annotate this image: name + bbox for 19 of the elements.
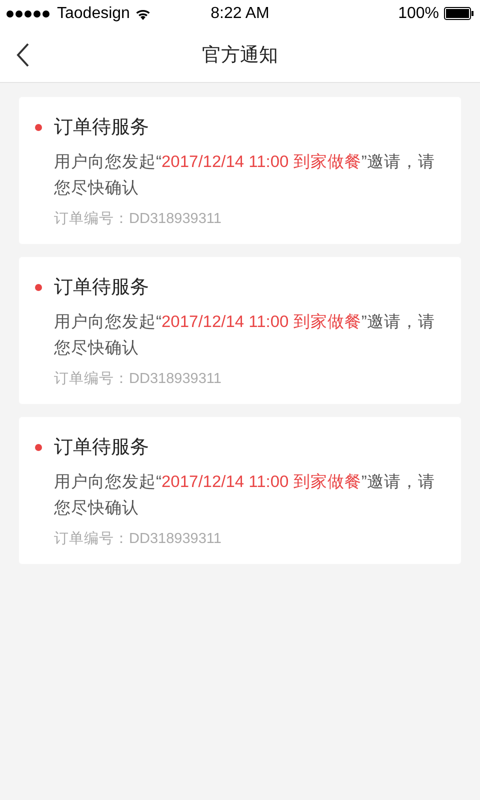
notification-message: 用户向您发起“2017/12/14 11:00 到家做餐”邀请，请您尽快确认	[54, 472, 436, 519]
battery-icon	[444, 7, 474, 20]
order-number: 订单编号：DD318939311	[54, 370, 222, 388]
page-title: 官方通知	[202, 44, 278, 68]
status-time: 8:22 AM	[210, 4, 270, 22]
notification-title: 订单待服务	[54, 436, 149, 460]
notification-title: 订单待服务	[54, 276, 149, 300]
notification-card[interactable]: 订单待服务 用户向您发起“2017/12/14 11:00 到家做餐”邀请，请您尽快确认 订单编号：DD318939311	[19, 97, 461, 244]
notification-title: 订单待服务	[54, 116, 149, 140]
signal-icon	[6, 10, 52, 18]
carrier-name: Taodesign	[57, 4, 130, 22]
notification-card[interactable]: 订单待服务 用户向您发起“2017/12/14 11:00 到家做餐”邀请，请您尽快确认 订单编号：DD318939311	[19, 257, 461, 404]
order-number: 订单编号：DD318939311	[54, 210, 222, 228]
notification-message: 用户向您发起“2017/12/14 11:00 到家做餐”邀请，请您尽快确认	[54, 312, 436, 359]
notification-card[interactable]: 订单待服务 用户向您发起“2017/12/14 11:00 到家做餐”邀请，请您尽快确认 订单编号：DD318939311	[19, 417, 461, 564]
battery-percent: 100%	[398, 4, 439, 22]
order-number: 订单编号：DD318939311	[54, 530, 222, 548]
notification-message: 用户向您发起“2017/12/14 11:00 到家做餐”邀请，请您尽快确认	[54, 152, 436, 199]
wifi-icon	[134, 8, 151, 20]
